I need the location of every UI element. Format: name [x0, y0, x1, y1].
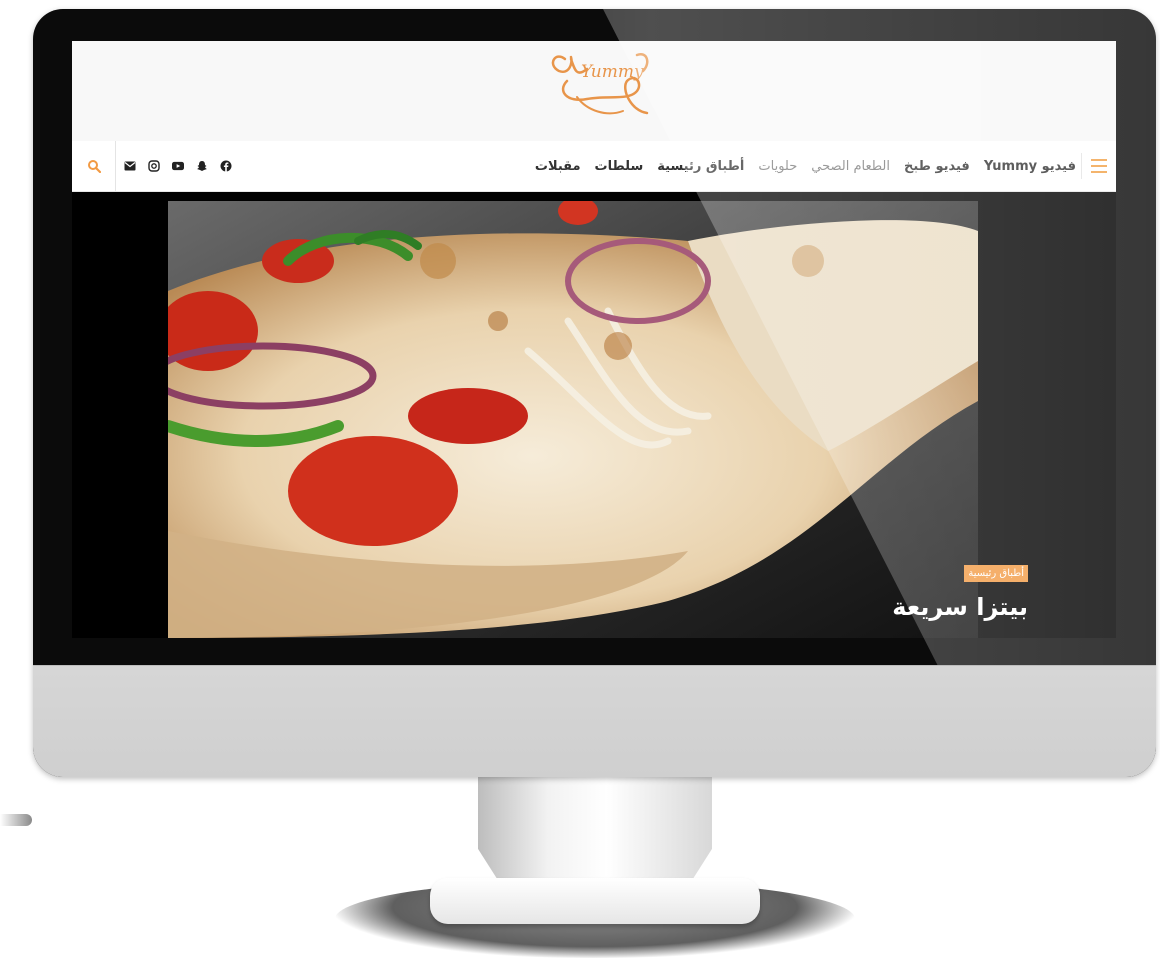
category-badge[interactable]: أطباق رئيسية — [964, 565, 1028, 582]
monitor-frame: Yummy فيديو Yummy فيديو طبخ الطعام الصحي… — [33, 9, 1156, 777]
main-navbar: فيديو Yummy فيديو طبخ الطعام الصحي حلويا… — [72, 141, 1116, 192]
youtube-icon[interactable] — [172, 160, 184, 172]
monitor-stand-neck — [478, 777, 712, 893]
search-icon — [87, 160, 101, 173]
snapchat-icon[interactable] — [196, 160, 208, 172]
hamburger-menu-button[interactable] — [1082, 141, 1116, 191]
monitor-screen: Yummy فيديو Yummy فيديو طبخ الطعام الصحي… — [72, 41, 1116, 638]
search-button[interactable] — [72, 141, 116, 191]
hero-section[interactable]: أطباق رئيسية بيتزا سريعة — [72, 201, 1116, 638]
nav-item-appetizers[interactable]: مقبلات — [535, 159, 581, 174]
nav-item-healthy-food[interactable]: الطعام الصحي — [811, 159, 890, 174]
facebook-icon[interactable] — [220, 160, 232, 172]
header-icons — [72, 141, 232, 191]
monitor-stand-base — [430, 878, 760, 924]
instagram-icon[interactable] — [148, 160, 160, 172]
nav-item-yummy-video[interactable]: فيديو Yummy — [984, 159, 1076, 174]
logo-text: Yummy — [581, 62, 644, 82]
nav-item-salads[interactable]: سلطات — [595, 159, 644, 174]
monitor-chin — [33, 665, 1156, 777]
hero-title[interactable]: بيتزا سريعة — [892, 593, 1028, 621]
nav-divider — [1081, 153, 1082, 179]
pizza-image[interactable] — [168, 201, 978, 638]
nav-item-desserts[interactable]: حلويات — [758, 159, 797, 174]
site-logo[interactable]: Yummy — [537, 41, 657, 131]
social-links — [124, 160, 232, 172]
desk-reflection — [0, 814, 32, 826]
nav-item-cooking-video[interactable]: فيديو طبخ — [904, 159, 970, 174]
nav-item-main-dishes[interactable]: أطباق رئيسية — [657, 159, 744, 174]
hamburger-icon — [1091, 157, 1107, 175]
nav-menu: فيديو Yummy فيديو طبخ الطعام الصحي حلويا… — [535, 141, 1076, 191]
site-header: Yummy — [72, 41, 1116, 141]
envelope-icon[interactable] — [124, 160, 136, 172]
